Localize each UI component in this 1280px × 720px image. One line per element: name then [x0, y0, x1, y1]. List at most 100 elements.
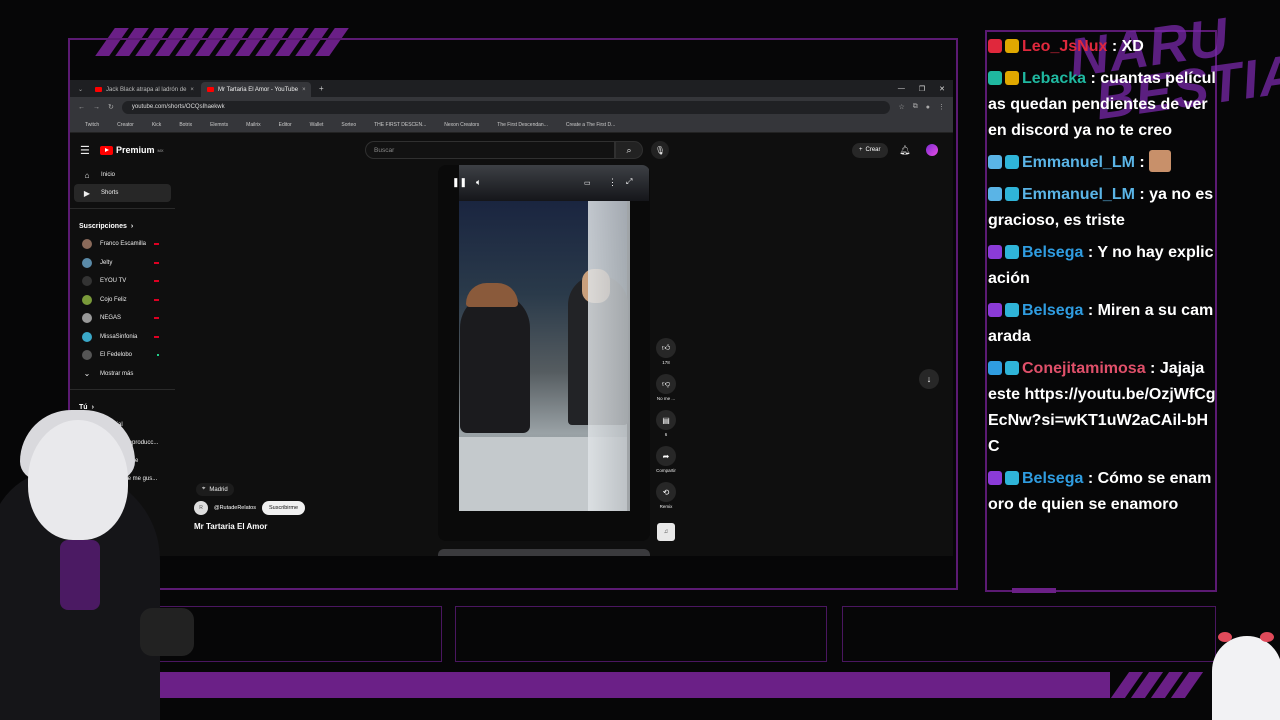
shorts-video-player[interactable]: ❚❚ 🔈︎ ▭ ⋮ ⤢ [438, 165, 650, 541]
chat-badge-icon [1005, 39, 1019, 53]
live-indicator [154, 335, 159, 338]
pause-icon[interactable]: ❚❚ [452, 177, 467, 188]
search-button[interactable]: ⌕ [615, 141, 643, 159]
subscription-item[interactable]: NEGAS [74, 309, 171, 328]
short-title[interactable]: Mr Tartaria El Amor [194, 522, 267, 531]
account-avatar[interactable] [926, 144, 938, 156]
subscription-item[interactable]: Cojo Feliz [74, 291, 171, 310]
next-short-preview[interactable] [438, 549, 650, 556]
tab-bar: ⌄ Jack Black atrapa al ladrón de × Mr Ta… [70, 80, 953, 97]
comment-icon[interactable]: ▤ [656, 410, 676, 430]
forward-icon[interactable]: → [93, 104, 100, 111]
star-icon[interactable]: ☆ [898, 103, 904, 111]
channel-avatar [82, 276, 92, 287]
plus-icon: + [859, 147, 863, 153]
bookmark-item[interactable]: Mailrix [246, 122, 260, 128]
arrow-down-icon: ↓ [926, 374, 932, 384]
chat-username[interactable]: Lebacka [1022, 70, 1086, 87]
bookmark-item[interactable]: Create a The First D... [566, 122, 615, 128]
browser-menu-icon[interactable]: ⋮ [938, 103, 945, 111]
hamburger-menu-icon[interactable]: ☰ [80, 144, 90, 157]
bookmark-item[interactable]: Editor [279, 122, 292, 128]
volume-icon[interactable]: 🔈︎ [476, 177, 481, 188]
chat-username[interactable]: Belsega [1022, 244, 1083, 261]
chat-separator: : [1086, 70, 1101, 87]
tab-list-icon[interactable]: ⌄ [74, 86, 87, 97]
channel-avatar [82, 239, 92, 250]
bookmark-item[interactable]: Wallet [310, 122, 324, 128]
back-icon[interactable]: ← [78, 104, 85, 111]
small-mascot [1212, 632, 1280, 720]
bottom-stripes-decoration [1110, 672, 1204, 698]
dislike-icon[interactable]: 👎︎ [656, 374, 676, 394]
bookmark-item[interactable]: Botrix [179, 122, 192, 128]
channel-avatar[interactable]: R [194, 501, 208, 515]
bookmark-item[interactable]: Creator [117, 122, 134, 128]
chat-badge-icon [988, 187, 1002, 201]
extensions-icon[interactable]: ⧉ [913, 103, 918, 111]
like-icon[interactable]: 👍︎ [656, 338, 676, 358]
like-action: 👍︎ 178 [656, 338, 676, 374]
more-options-icon[interactable]: ⋮ [608, 177, 617, 188]
sidebar-divider [70, 208, 175, 209]
audio-remix-thumbnail[interactable]: ♫ [657, 523, 675, 541]
profile-icon[interactable]: ● [926, 104, 930, 111]
youtube-premium-logo[interactable]: Premium MX [100, 145, 164, 155]
url-field[interactable]: youtube.com/shorts/OCQsIhaekwk [121, 100, 891, 114]
close-tab-icon[interactable]: × [302, 87, 306, 93]
chat-username[interactable]: Belsega [1022, 470, 1083, 487]
reload-icon[interactable]: ↻ [108, 103, 114, 111]
subscription-item[interactable]: El Fedelobo [74, 346, 171, 365]
subscription-item[interactable]: Franco Escamilla [74, 235, 171, 254]
subscription-item[interactable]: Jelty [74, 254, 171, 273]
sidebar-item-inicio[interactable]: ⌂ Inicio [74, 166, 171, 184]
subscription-item[interactable]: MissaSinfonia [74, 328, 171, 347]
close-tab-icon[interactable]: × [190, 87, 194, 93]
fullscreen-icon[interactable]: ⤢ [626, 177, 632, 187]
video-pillar [588, 201, 630, 511]
browser-window: ⌄ Jack Black atrapa al ladrón de × Mr Ta… [70, 80, 953, 556]
streamer-mascot-scarf [60, 540, 100, 610]
chat-emote-icon [1149, 150, 1172, 172]
bookmark-item[interactable]: Kick [152, 122, 161, 128]
bookmark-item[interactable]: THE FIRST DESCEN... [374, 122, 426, 128]
subscription-item[interactable]: EYOU TV [74, 272, 171, 291]
tab-jack-black[interactable]: Jack Black atrapa al ladrón de × [89, 82, 199, 97]
notifications-bell-icon[interactable]: 🔔︎ [899, 145, 910, 156]
subscription-label: Franco Escamilla [100, 241, 147, 248]
show-more-button[interactable]: ⌄ Mostrar más [74, 365, 171, 384]
subscriptions-heading[interactable]: Suscripciones › [70, 217, 175, 235]
chat-username[interactable]: Emmanuel_LM [1022, 186, 1135, 203]
remix-label: Remix [659, 504, 673, 509]
chat-badge-icon [988, 303, 1002, 317]
bookmark-item[interactable]: Nexon Creators [444, 122, 479, 128]
chat-username[interactable]: Belsega [1022, 302, 1083, 319]
search-input[interactable]: Buscar [365, 141, 615, 159]
new-tab-icon[interactable]: + [313, 84, 330, 97]
location-chip[interactable]: ⌖ Madrid [196, 483, 234, 496]
tab-mr-tartaria[interactable]: Mr Tartaria El Amor - YouTube × [201, 82, 312, 97]
remix-icon[interactable]: ⟲ [656, 482, 676, 502]
bookmark-item[interactable]: Elemnts [210, 122, 228, 128]
location-pin-icon: ⌖ [202, 486, 206, 492]
share-icon[interactable]: ➦ [656, 446, 676, 466]
chat-username[interactable]: Conejitamimosa [1022, 360, 1146, 377]
captions-icon[interactable]: ▭ [584, 179, 591, 187]
bookmark-item[interactable]: Sorteo [341, 122, 356, 128]
chat-username[interactable]: Emmanuel_LM [1022, 154, 1135, 171]
sidebar-item-shorts[interactable]: ▶ Shorts [74, 184, 171, 202]
maximize-icon[interactable]: ❐ [919, 85, 925, 93]
minimize-icon[interactable]: — [898, 85, 905, 93]
youtube-header: ☰ Premium MX Buscar ⌕ 🎙︎ + Crear 🔔︎ [70, 138, 953, 162]
channel-avatar [82, 313, 92, 324]
subscribe-button[interactable]: Suscribirme [261, 501, 306, 515]
next-short-button[interactable]: ↓ [919, 369, 939, 389]
voice-search-button[interactable]: 🎙︎ [651, 141, 669, 159]
bookmark-item[interactable]: Twitch [85, 122, 99, 128]
create-button[interactable]: + Crear [852, 142, 888, 158]
channel-name[interactable]: @RutadeRelatos [214, 505, 256, 511]
bookmark-item[interactable]: The First Descendan... [497, 122, 548, 128]
chat-username[interactable]: Leo_JsNux [1022, 38, 1107, 55]
close-window-icon[interactable]: ✕ [939, 85, 945, 93]
subscription-label: EYOU TV [100, 278, 127, 285]
